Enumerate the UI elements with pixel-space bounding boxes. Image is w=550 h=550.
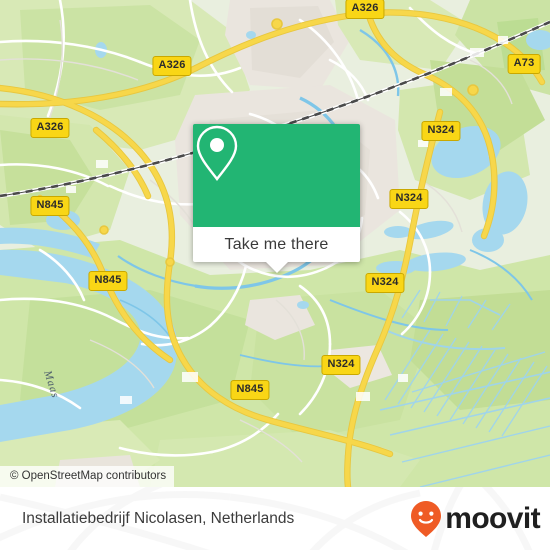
place-name-label: Installatiebedrijf Nicolasen, Netherland…: [22, 509, 295, 527]
road-shield-n845: N845: [88, 271, 128, 291]
footer-content: Installatiebedrijf Nicolasen, Netherland…: [0, 487, 550, 550]
card-icon-area: [193, 124, 360, 227]
road-shield-n845: N845: [30, 196, 70, 216]
road-shield-a326: A326: [152, 56, 192, 76]
footer-bar: Installatiebedrijf Nicolasen, Netherland…: [0, 487, 550, 550]
moovit-wordmark: moovit: [445, 501, 540, 535]
map-screenshot: A326 A73 A326 A326 N324 N845 N324 N845 N324 N324 N…: [0, 0, 550, 550]
osm-attribution[interactable]: © OpenStreetMap contributors: [0, 466, 175, 487]
road-shield-a326: A326: [345, 0, 385, 19]
road-shield-a326: A326: [30, 118, 70, 138]
road-shield-n324: N324: [421, 121, 461, 141]
road-shield-n845: N845: [230, 380, 270, 400]
map-canvas[interactable]: A326 A73 A326 A326 N324 N845 N324 N845 N324 N324 N…: [0, 0, 550, 487]
road-shield-a73: A73: [507, 54, 541, 74]
moovit-logo[interactable]: moovit: [409, 500, 541, 538]
location-callout-card[interactable]: Take me there: [193, 124, 360, 273]
callout-tail: [265, 262, 288, 273]
road-shield-n324: N324: [321, 355, 361, 375]
card-action-area[interactable]: Take me there: [193, 227, 360, 262]
moovit-smiley-pin-icon: [411, 500, 442, 537]
road-shield-n324: N324: [389, 189, 429, 209]
map-pin-icon: [196, 125, 238, 181]
road-shield-n324: N324: [365, 273, 405, 293]
take-me-there-label: Take me there: [224, 235, 329, 253]
